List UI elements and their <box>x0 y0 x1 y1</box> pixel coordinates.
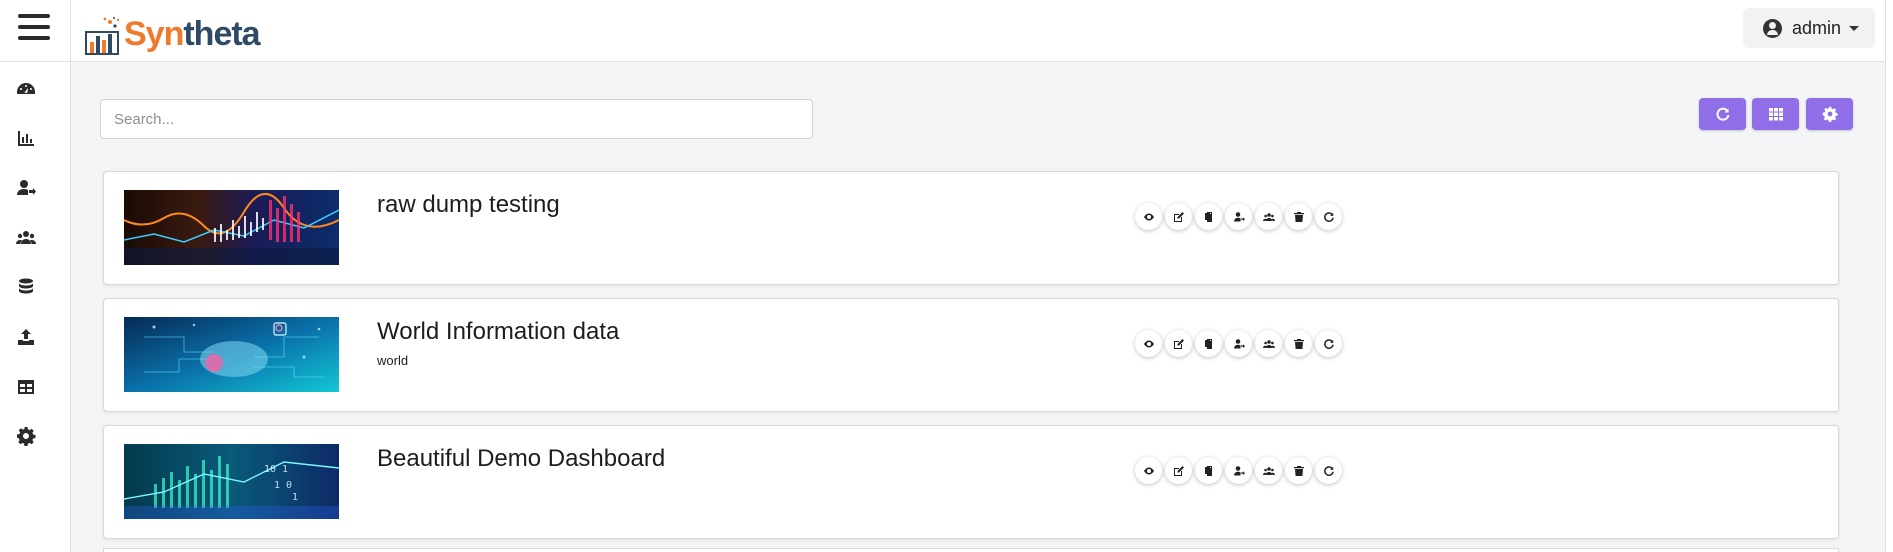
trash-icon <box>1293 211 1304 222</box>
refresh-card-button[interactable] <box>1315 203 1342 230</box>
eye-icon <box>1143 467 1154 474</box>
eye-icon <box>1143 213 1154 220</box>
trash-icon <box>1293 465 1304 476</box>
grid-view-button[interactable] <box>1752 98 1799 130</box>
dashboard-thumbnail[interactable] <box>124 190 339 265</box>
copy-button[interactable] <box>1195 330 1222 357</box>
refresh-card-button[interactable] <box>1315 330 1342 357</box>
user-share-icon <box>1233 211 1245 221</box>
card-actions <box>1135 457 1345 484</box>
dashboard-title[interactable]: Beautiful Demo Dashboard <box>377 445 665 473</box>
search-input[interactable] <box>100 99 813 139</box>
share-group-button[interactable] <box>1255 203 1282 230</box>
settings-icon <box>1822 106 1838 122</box>
dashboard-subtitle: world <box>377 353 409 368</box>
logo-wordmark: Syntheta <box>124 12 261 56</box>
table-icon[interactable] <box>14 375 38 399</box>
dashboard-title[interactable]: World Information data <box>377 318 619 346</box>
dashboard-thumbnail[interactable] <box>124 317 339 392</box>
delete-button[interactable] <box>1285 203 1312 230</box>
delete-button[interactable] <box>1285 330 1312 357</box>
dashboard-card[interactable]: raw dump testing <box>103 171 1839 285</box>
share-user-button[interactable] <box>1225 203 1252 230</box>
dashboard-thumbnail[interactable]: 10 1 1 01 <box>124 444 339 519</box>
edit-icon <box>1173 338 1184 349</box>
logo-text-part2: theta <box>183 15 260 53</box>
card-actions <box>1135 203 1345 230</box>
user-share-icon <box>1233 338 1245 348</box>
settings-icon[interactable] <box>14 424 38 448</box>
user-circle-icon <box>1763 18 1782 38</box>
edit-button[interactable] <box>1165 330 1192 357</box>
logo-text-part1: Syn <box>124 15 184 53</box>
grid-icon <box>1768 108 1783 121</box>
svg-text:10 1: 10 1 <box>264 464 288 475</box>
app-logo[interactable]: Syntheta <box>84 6 261 56</box>
settings-button[interactable] <box>1806 98 1853 130</box>
copy-button[interactable] <box>1195 457 1222 484</box>
trash-icon <box>1293 338 1304 349</box>
user-share-icon <box>1233 465 1245 475</box>
share-user-button[interactable] <box>1225 330 1252 357</box>
database-icon[interactable] <box>14 275 38 299</box>
dashboard-card[interactable]: World Information data world <box>103 298 1839 412</box>
user-share-icon[interactable] <box>14 176 38 200</box>
refresh-card-button[interactable] <box>1315 457 1342 484</box>
dashboard-title[interactable]: raw dump testing <box>377 191 560 219</box>
user-menu-button[interactable]: admin <box>1743 8 1875 48</box>
copy-icon <box>1204 211 1212 222</box>
share-group-button[interactable] <box>1255 457 1282 484</box>
refresh-icon <box>1323 338 1334 349</box>
hamburger-icon[interactable] <box>18 14 50 44</box>
dashboard-icon[interactable] <box>14 77 38 101</box>
edit-button[interactable] <box>1165 203 1192 230</box>
caret-down-icon <box>1849 25 1860 31</box>
users-icon <box>1262 466 1275 475</box>
card-actions <box>1135 330 1345 357</box>
delete-button[interactable] <box>1285 457 1312 484</box>
refresh-icon <box>1323 465 1334 476</box>
copy-icon <box>1204 338 1212 349</box>
edit-icon <box>1173 465 1184 476</box>
share-user-button[interactable] <box>1225 457 1252 484</box>
window-scrollbar[interactable] <box>1885 0 1893 552</box>
view-button[interactable] <box>1135 330 1162 357</box>
user-name: admin <box>1792 17 1842 38</box>
svg-text:1: 1 <box>292 492 298 503</box>
refresh-icon <box>1715 107 1729 121</box>
eye-icon <box>1143 340 1154 347</box>
dashboard-card-partial[interactable] <box>103 548 1839 552</box>
copy-button[interactable] <box>1195 203 1222 230</box>
upload-icon[interactable] <box>14 325 38 349</box>
chart-icon[interactable] <box>14 126 38 150</box>
users-icon <box>1262 212 1275 221</box>
view-button[interactable] <box>1135 203 1162 230</box>
refresh-icon <box>1323 211 1334 222</box>
view-button[interactable] <box>1135 457 1162 484</box>
refresh-button[interactable] <box>1699 98 1746 130</box>
header-divider <box>70 0 71 62</box>
share-group-button[interactable] <box>1255 330 1282 357</box>
svg-text:1 0: 1 0 <box>274 480 292 491</box>
edit-icon <box>1173 211 1184 222</box>
copy-icon <box>1204 465 1212 476</box>
edit-button[interactable] <box>1165 457 1192 484</box>
users-icon <box>1262 339 1275 348</box>
dashboard-card[interactable]: 10 1 1 01 Beautiful Demo Dashboard <box>103 425 1839 539</box>
logo-mark-icon <box>84 16 122 56</box>
top-bar: Syntheta admin <box>0 0 1893 62</box>
sidebar <box>0 62 71 552</box>
users-icon[interactable] <box>14 226 38 250</box>
